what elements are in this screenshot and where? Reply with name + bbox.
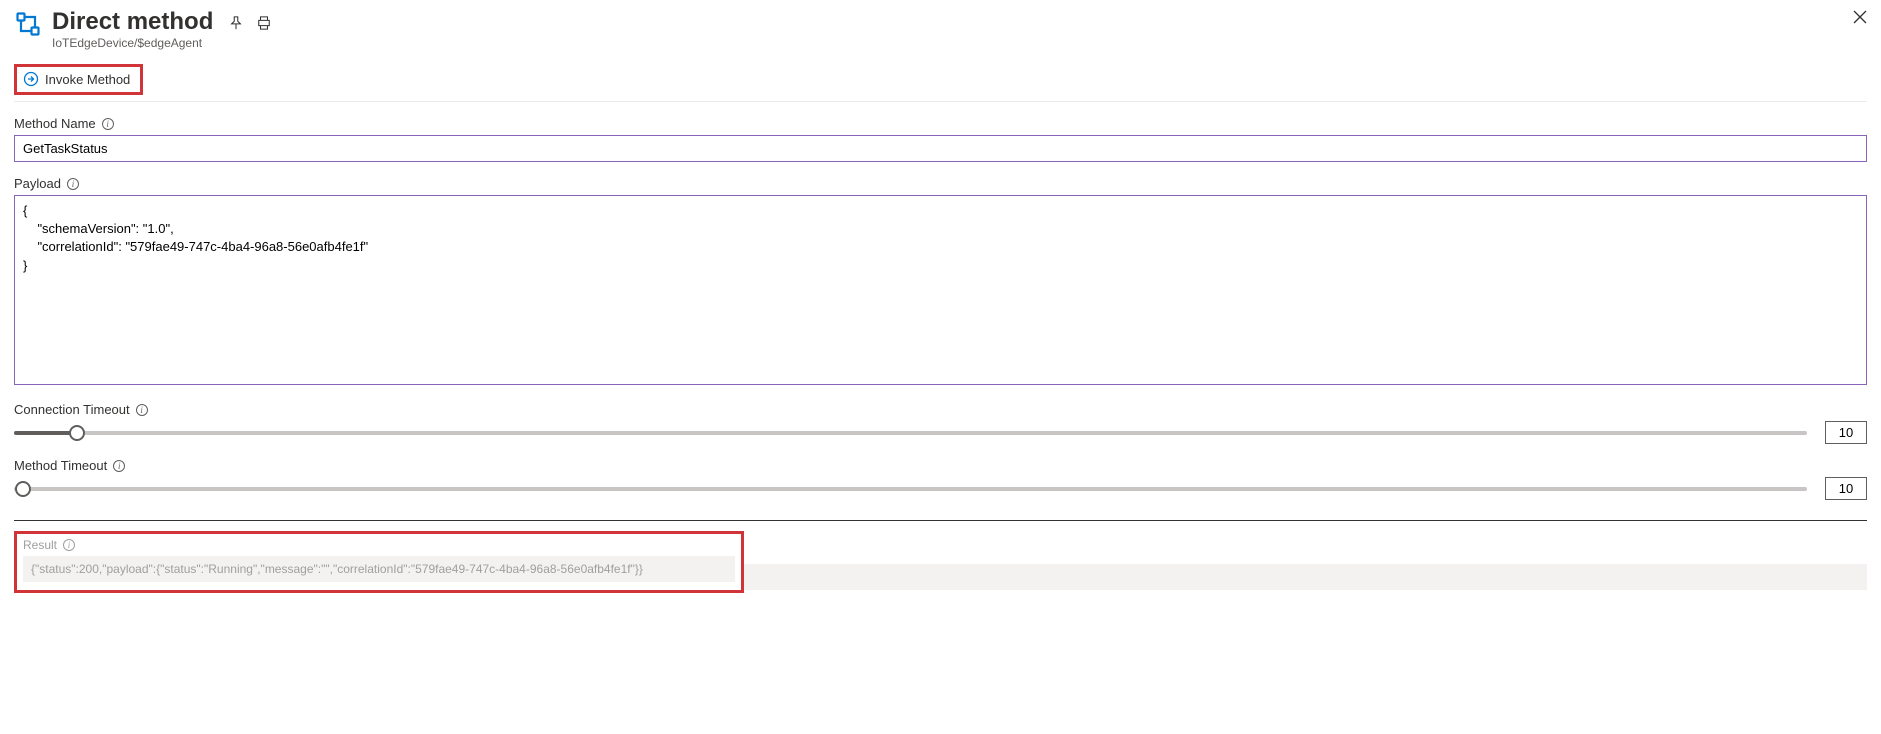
connection-timeout-field: Connection Timeout i: [14, 402, 1867, 444]
method-timeout-value[interactable]: [1825, 477, 1867, 500]
page-title: Direct method: [52, 8, 213, 36]
info-icon[interactable]: i: [102, 118, 114, 130]
blade-header: Direct method IoTEdgeDevice/$edgeAgent: [14, 8, 1867, 50]
method-name-input[interactable]: [14, 135, 1867, 162]
result-label: Result: [23, 538, 57, 552]
invoke-method-label: Invoke Method: [45, 72, 130, 87]
method-timeout-label: Method Timeout: [14, 458, 107, 473]
breadcrumb: IoTEdgeDevice/$edgeAgent: [52, 36, 213, 50]
info-icon[interactable]: i: [63, 539, 75, 551]
info-icon[interactable]: i: [67, 178, 79, 190]
payload-field: Payload i: [14, 176, 1867, 388]
method-timeout-slider[interactable]: [14, 487, 1807, 491]
invoke-highlight: Invoke Method: [14, 64, 143, 95]
connection-timeout-label: Connection Timeout: [14, 402, 130, 417]
result-output: {"status":200,"payload":{"status":"Runni…: [23, 556, 735, 582]
direct-method-icon: [14, 10, 42, 38]
print-icon[interactable]: [257, 16, 271, 30]
result-highlight: Result i {"status":200,"payload":{"statu…: [14, 531, 744, 593]
divider: [14, 520, 1867, 521]
method-timeout-field: Method Timeout i: [14, 458, 1867, 500]
method-name-label: Method Name: [14, 116, 96, 131]
invoke-arrow-icon: [23, 71, 39, 87]
close-icon[interactable]: [1853, 10, 1867, 24]
payload-label: Payload: [14, 176, 61, 191]
payload-input[interactable]: [14, 195, 1867, 385]
connection-timeout-value[interactable]: [1825, 421, 1867, 444]
pin-icon[interactable]: [229, 16, 243, 30]
command-bar: Invoke Method: [14, 64, 1867, 102]
connection-timeout-slider[interactable]: [14, 431, 1807, 435]
info-icon[interactable]: i: [113, 460, 125, 472]
info-icon[interactable]: i: [136, 404, 148, 416]
method-name-field: Method Name i: [14, 116, 1867, 162]
invoke-method-button[interactable]: Invoke Method: [21, 69, 136, 89]
result-section: Result i {"status":200,"payload":{"statu…: [14, 531, 1867, 593]
